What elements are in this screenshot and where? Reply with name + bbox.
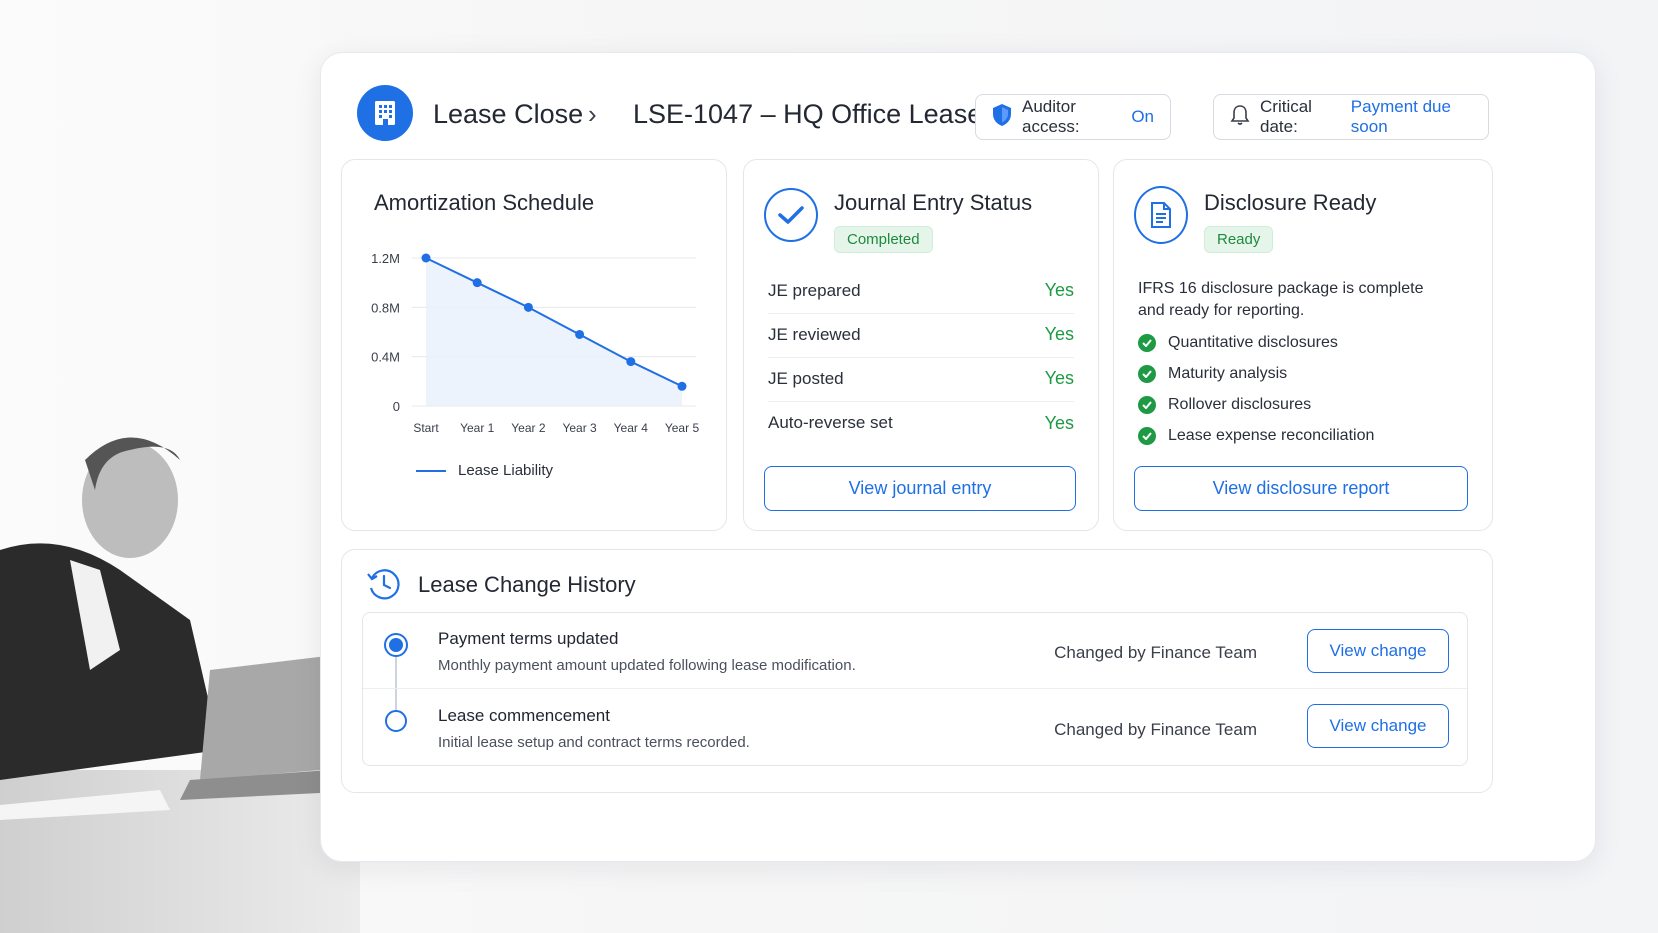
check-icon <box>1138 396 1156 414</box>
document-icon <box>1134 186 1188 244</box>
description-line: IFRS 16 disclosure package is complete <box>1138 280 1424 297</box>
history-list: Payment terms updated Monthly payment am… <box>362 612 1468 766</box>
row-label: JE prepared <box>768 280 861 300</box>
chart-legend: Lease Liability <box>416 462 553 479</box>
x-tick-label: Year 2 <box>511 421 546 435</box>
row-label: JE reviewed <box>768 324 861 344</box>
breadcrumb-root[interactable]: Lease Close <box>433 99 583 130</box>
history-entry: Payment terms updated Monthly payment am… <box>363 613 1467 689</box>
timeline-dot <box>385 710 407 732</box>
view-journal-entry-button[interactable]: View journal entry <box>764 466 1076 511</box>
checklist-label: Maturity analysis <box>1168 365 1288 382</box>
history-entry: Lease commencement Initial lease setup a… <box>363 690 1467 766</box>
status-badge: Ready <box>1204 226 1274 253</box>
journal-row: JE reviewed Yes <box>768 312 1074 358</box>
lease-close-panel: Lease Close › LSE-1047 – HQ Office Lease… <box>320 52 1596 862</box>
data-point <box>575 329 585 339</box>
check-icon <box>1138 365 1156 383</box>
checklist-item: Rollover disclosures <box>1138 396 1311 414</box>
amortization-title: Amortization Schedule <box>374 190 595 215</box>
journal-card: Journal Entry Status Completed JE prepar… <box>743 159 1099 531</box>
history-entry-desc: Initial lease setup and contract terms r… <box>438 734 750 751</box>
history-entry-author: Changed by Finance Team <box>1054 720 1257 739</box>
history-entry-title: Payment terms updated <box>438 629 619 648</box>
status-badge: Completed <box>834 226 933 253</box>
person-photo <box>0 437 360 933</box>
x-tick-label: Year 1 <box>460 421 495 435</box>
x-tick-label: Year 4 <box>614 421 649 435</box>
y-tick-label: 0 <box>393 399 400 414</box>
view-change-button[interactable]: View change <box>1307 629 1449 673</box>
legend-swatch <box>416 469 446 472</box>
x-tick-label: Year 3 <box>562 421 597 435</box>
x-tick-label: Year 5 <box>665 421 700 435</box>
row-value: Yes <box>1044 324 1074 344</box>
checklist-item: Lease expense reconciliation <box>1138 427 1374 445</box>
y-tick-label: 0.4M <box>371 350 400 365</box>
auditor-value: On <box>1131 107 1154 126</box>
check-icon <box>1138 334 1156 352</box>
disclosure-card: Disclosure Ready Ready IFRS 16 disclosur… <box>1113 159 1493 531</box>
data-point <box>523 302 533 312</box>
row-label: JE posted <box>768 368 844 388</box>
page-title: LSE-1047 – HQ Office Lease <box>633 99 983 129</box>
checklist-item: Quantitative disclosures <box>1138 334 1338 352</box>
checklist-label: Lease expense reconciliation <box>1168 427 1375 444</box>
row-value: Yes <box>1044 280 1074 300</box>
amortization-card: Amortization Schedule 0 0.4M 0.8M 1.2M Start… <box>341 159 727 531</box>
journal-row: Auto-reverse set Yes <box>768 400 1074 446</box>
amortization-chart: 0 0.4M 0.8M 1.2M Start Year 1 Year 2 Year 3 Year… <box>371 251 700 435</box>
auditor-access-badge[interactable]: Auditor access: On <box>975 94 1171 140</box>
journal-title: Journal Entry Status <box>834 190 1033 215</box>
data-point <box>421 253 431 263</box>
x-tick-label: Start <box>413 421 439 435</box>
history-entry-author: Changed by Finance Team <box>1054 643 1257 662</box>
journal-rows: JE prepared Yes JE reviewed Yes JE posted Y… <box>744 268 1098 460</box>
clock-history-icon <box>366 566 402 607</box>
view-disclosure-report-button[interactable]: View disclosure report <box>1134 466 1468 511</box>
description-line: and ready for reporting. <box>1138 302 1305 319</box>
critical-date-badge[interactable]: Critical date: Payment due soon <box>1213 94 1489 140</box>
data-point <box>626 357 636 367</box>
row-value: Yes <box>1044 412 1074 433</box>
disclosure-description: IFRS 16 disclosure package is complete a… <box>1138 278 1423 322</box>
checklist-label: Quantitative disclosures <box>1168 334 1338 351</box>
legend-label: Lease Liability <box>458 462 554 479</box>
journal-row: JE posted Yes <box>768 356 1074 402</box>
y-tick-label: 0.8M <box>371 300 400 315</box>
y-tick-label: 1.2M <box>371 251 400 266</box>
checklist-item: Maturity analysis <box>1138 365 1287 383</box>
chevron-right-icon: › <box>588 99 597 129</box>
history-entry-desc: Monthly payment amount updated following… <box>438 657 856 674</box>
history-title: Lease Change History <box>418 572 636 597</box>
checklist-label: Rollover disclosures <box>1168 396 1312 413</box>
timeline-dot-active <box>384 633 408 657</box>
auditor-label: Auditor access: <box>1022 97 1080 136</box>
critical-value: Payment due soon <box>1350 97 1451 136</box>
history-entry-title: Lease commencement <box>438 706 610 725</box>
row-value: Yes <box>1044 368 1074 388</box>
area-fill <box>426 258 682 406</box>
view-change-button[interactable]: View change <box>1307 704 1449 748</box>
history-card: Lease Change History Payment terms updat… <box>341 549 1493 793</box>
critical-label: Critical date: <box>1260 97 1312 136</box>
data-point <box>677 381 687 391</box>
shield-icon <box>992 103 1012 132</box>
disclosure-title: Disclosure Ready <box>1204 190 1377 215</box>
check-icon <box>1138 427 1156 445</box>
building-icon <box>357 85 413 141</box>
journal-row: JE prepared Yes <box>768 268 1074 314</box>
data-point <box>472 278 482 288</box>
bell-icon <box>1230 104 1250 131</box>
check-circle-icon <box>764 188 818 242</box>
row-label: Auto-reverse set <box>768 413 893 432</box>
